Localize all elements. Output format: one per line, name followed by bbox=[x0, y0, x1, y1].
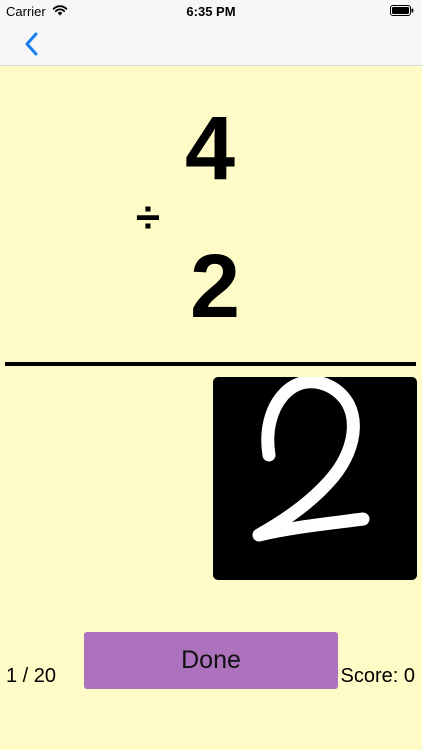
dividend: 4 bbox=[184, 99, 236, 199]
question-progress: 1 / 20 bbox=[6, 665, 57, 687]
answer-divider-line bbox=[5, 362, 416, 366]
answer-drawing-pad[interactable] bbox=[213, 377, 417, 580]
status-bar: Carrier 6:35 PM bbox=[0, 0, 422, 22]
divisor: 2 bbox=[189, 237, 241, 337]
battery-icon bbox=[390, 5, 414, 16]
score-label: Score: 0 bbox=[340, 665, 415, 687]
done-button[interactable]: Done bbox=[84, 632, 338, 689]
handwritten-answer-stroke bbox=[252, 377, 370, 542]
division-operator: ÷ bbox=[135, 193, 161, 242]
chevron-left-icon bbox=[25, 32, 38, 56]
back-button[interactable] bbox=[18, 30, 48, 58]
status-time: 6:35 PM bbox=[186, 4, 236, 19]
navigation-bar bbox=[0, 22, 422, 66]
